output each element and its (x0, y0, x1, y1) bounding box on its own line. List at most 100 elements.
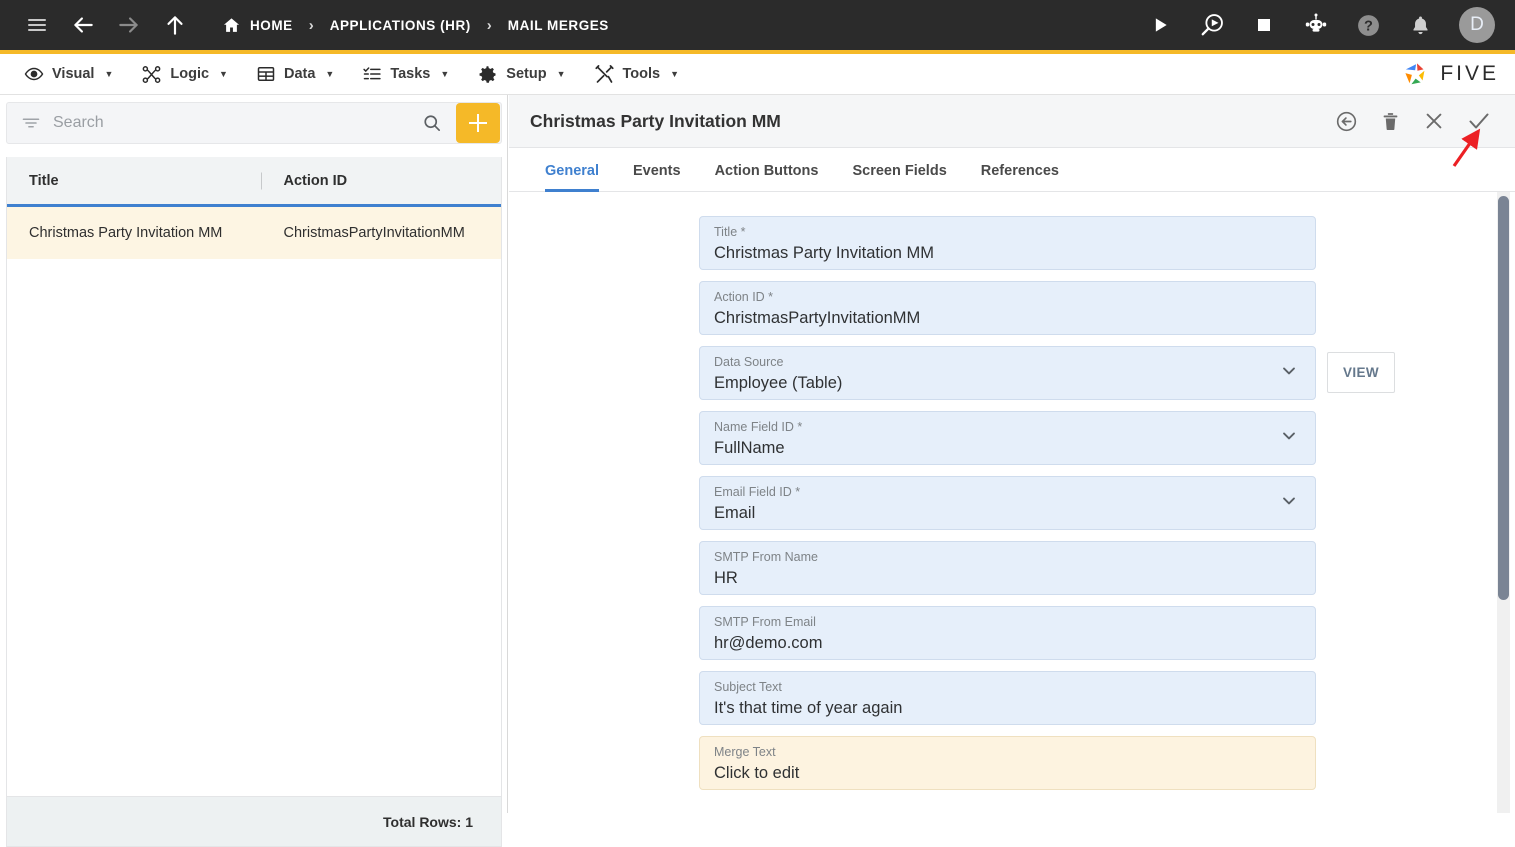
breadcrumb-separator: › (308, 16, 314, 34)
smtp-from-name-value: HR (714, 569, 738, 587)
close-x-icon[interactable] (1423, 110, 1445, 132)
tab-screen-fields[interactable]: Screen Fields (835, 163, 963, 191)
forward-arrow-icon[interactable] (106, 0, 152, 50)
menu-setup-label: Setup (506, 66, 547, 82)
up-arrow-icon[interactable] (152, 0, 198, 50)
form-scrollbar-thumb[interactable] (1498, 196, 1509, 600)
detail-header: Christmas Party Invitation MM (509, 95, 1515, 148)
view-data-source-button[interactable]: VIEW (1327, 352, 1395, 393)
subject-text-field[interactable]: Subject Text It's that time of year agai… (699, 671, 1316, 725)
merge-text-label: Merge Text (714, 745, 776, 759)
menu-tasks[interactable]: Tasks ▼ (348, 54, 463, 95)
hamburger-menu-icon[interactable] (14, 0, 60, 50)
detail-tabs: General Events Action Buttons Screen Fie… (509, 148, 1515, 192)
home-icon (222, 16, 241, 35)
general-form: Title * Christmas Party Invitation MM Ac… (509, 192, 1515, 813)
chevron-down-icon (1279, 426, 1299, 451)
tab-action-buttons[interactable]: Action Buttons (698, 163, 836, 191)
breadcrumb-mail-merges[interactable]: MAIL MERGES (506, 0, 611, 50)
action-id-field[interactable]: Action ID * ChristmasPartyInvitationMM (699, 281, 1316, 335)
detail-action-group (1335, 109, 1515, 133)
chevron-down-icon: ▼ (440, 69, 450, 79)
field-row-email-field-id: Email Field ID * Email (699, 476, 1515, 530)
menu-tools-label: Tools (622, 66, 661, 82)
tab-general[interactable]: General (537, 163, 616, 192)
menu-visual-label: Visual (52, 66, 95, 82)
search-input[interactable] (53, 114, 408, 132)
application-menu-bar: Visual ▼ Logic ▼ Data ▼ Tasks ▼ Setup ▼ … (0, 54, 1515, 95)
breadcrumb-mail-merges-label: MAIL MERGES (507, 17, 609, 33)
smtp-from-name-label: SMTP From Name (714, 550, 818, 564)
back-arrow-icon[interactable] (60, 0, 106, 50)
grid-header-row: Title Action ID (7, 157, 501, 207)
svg-text:?: ? (1364, 18, 1373, 34)
chevron-down-icon (1279, 361, 1299, 386)
tab-references[interactable]: References (964, 163, 1076, 191)
stop-square-icon[interactable] (1241, 0, 1287, 50)
column-header-title[interactable]: Title (7, 173, 261, 189)
search-icon[interactable] (408, 113, 456, 133)
menu-logic[interactable]: Logic ▼ (127, 54, 242, 95)
subject-text-label: Subject Text (714, 680, 782, 694)
chevron-down-icon: ▼ (219, 69, 228, 79)
menu-logic-label: Logic (170, 66, 210, 82)
breadcrumb-home[interactable]: HOME (220, 0, 295, 50)
tab-events[interactable]: Events (616, 163, 698, 191)
records-sidebar: Title Action ID Christmas Party Invitati… (0, 95, 508, 847)
breadcrumb-applications[interactable]: APPLICATIONS (HR) (328, 0, 473, 50)
smtp-from-name-field[interactable]: SMTP From Name HR (699, 541, 1316, 595)
merge-text-field[interactable]: Merge Text Click to edit (699, 736, 1316, 790)
breadcrumb-separator-2: › (486, 16, 492, 34)
add-record-button[interactable] (456, 103, 500, 143)
email-field-id-field[interactable]: Email Field ID * Email (699, 476, 1316, 530)
menu-visual[interactable]: Visual ▼ (10, 54, 127, 95)
search-bar (6, 102, 502, 144)
form-scrollbar-track[interactable] (1497, 192, 1510, 813)
action-id-field-label: Action ID * (714, 290, 774, 304)
tools-wrench-icon (594, 64, 615, 85)
chevron-down-icon: ▼ (670, 69, 680, 79)
menu-tasks-label: Tasks (390, 66, 431, 82)
chatbot-robot-icon[interactable] (1293, 0, 1339, 50)
name-field-id-label: Name Field ID * (714, 420, 803, 434)
data-source-field-value: Employee (Table) (714, 374, 843, 392)
delete-trash-icon[interactable] (1380, 111, 1401, 132)
menu-tools[interactable]: Tools ▼ (580, 54, 694, 95)
subject-text-value: It's that time of year again (714, 699, 903, 717)
table-row[interactable]: Christmas Party Invitation MM ChristmasP… (7, 207, 501, 259)
help-question-icon[interactable]: ? (1345, 0, 1391, 50)
field-row-smtp-from-name: SMTP From Name HR (699, 541, 1515, 595)
notification-bell-icon[interactable] (1397, 0, 1443, 50)
eye-icon (24, 64, 44, 84)
undo-back-circle-icon[interactable] (1335, 110, 1358, 133)
smtp-from-email-field[interactable]: SMTP From Email hr@demo.com (699, 606, 1316, 660)
debug-search-play-icon[interactable] (1189, 0, 1235, 50)
chevron-down-icon: ▼ (104, 69, 114, 79)
avatar-initial: D (1470, 14, 1484, 35)
table-grid-icon (256, 64, 276, 84)
menu-data[interactable]: Data ▼ (242, 54, 348, 95)
page-title: Christmas Party Invitation MM (530, 110, 781, 131)
checklist-icon (362, 64, 382, 84)
name-field-id-field[interactable]: Name Field ID * FullName (699, 411, 1316, 465)
run-play-icon[interactable] (1137, 0, 1183, 50)
top-navigation-bar: HOME › APPLICATIONS (HR) › MAIL MERGES ?… (0, 0, 1515, 50)
column-header-action-id[interactable]: Action ID (261, 173, 501, 189)
records-grid: Title Action ID Christmas Party Invitati… (6, 157, 502, 847)
filter-icon[interactable] (7, 113, 53, 133)
user-avatar[interactable]: D (1459, 7, 1495, 43)
topbar-action-group: ? D (1137, 0, 1515, 50)
title-field-value: Christmas Party Invitation MM (714, 244, 935, 262)
merge-text-value: Click to edit (714, 764, 800, 782)
total-rows-label: Total Rows: 1 (383, 813, 473, 830)
gear-icon (477, 64, 498, 85)
field-row-action-id: Action ID * ChristmasPartyInvitationMM (699, 281, 1515, 335)
data-source-field[interactable]: Data Source Employee (Table) (699, 346, 1316, 400)
menu-data-label: Data (283, 66, 316, 82)
menu-setup[interactable]: Setup ▼ (463, 54, 579, 95)
field-row-merge-text: Merge Text Click to edit (699, 736, 1515, 790)
title-field[interactable]: Title * Christmas Party Invitation MM (699, 216, 1316, 270)
save-check-icon[interactable] (1467, 109, 1491, 133)
five-logo: FIVE (1403, 61, 1499, 87)
detail-panel: Christmas Party Invitation MM General Ev… (509, 95, 1515, 813)
